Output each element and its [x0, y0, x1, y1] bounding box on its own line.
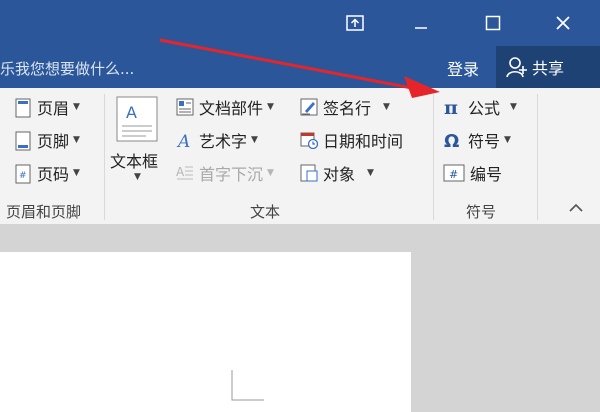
chevron-down-icon: ▼ — [383, 102, 390, 112]
footer-button[interactable]: 页脚 ▼ — [14, 127, 80, 153]
chevron-down-icon: ▼ — [267, 168, 274, 178]
svg-text:#: # — [19, 171, 27, 181]
document-area — [0, 225, 600, 412]
signature-line-icon — [300, 98, 318, 116]
header-label: 页眉 — [37, 99, 70, 118]
page-number-button[interactable]: # 页码 ▼ — [14, 160, 80, 186]
drop-cap-icon: A — [176, 164, 194, 182]
signature-line-label: 签名行 — [323, 99, 372, 118]
user-add-icon — [506, 57, 527, 78]
drop-cap-label: 首字下沉 — [199, 165, 264, 184]
collapse-ribbon-button[interactable] — [568, 200, 588, 220]
numbering-button[interactable]: # 编号 — [443, 160, 502, 186]
drop-cap-button[interactable]: A 首字下沉 ▼ — [176, 160, 274, 186]
svg-text:#: # — [449, 168, 458, 181]
chevron-down-icon: ▼ — [73, 168, 80, 178]
close-icon — [556, 16, 570, 30]
quick-parts-button[interactable]: 文档部件 ▼ — [176, 94, 274, 120]
ribbon: 页眉▼ 页脚▼ # 页码▼ 页眉和页脚 A 文本框 ▼ 文档部件▼ A — [0, 88, 600, 225]
svg-text:A: A — [176, 132, 190, 149]
textbox-label: 文本框 — [110, 152, 159, 171]
quick-parts-label: 文档部件 — [199, 99, 264, 118]
chevron-down-icon: ▼ — [267, 102, 274, 112]
login-link[interactable]: 登录 — [447, 56, 479, 80]
tell-me-input[interactable]: 乐我您想要做什么... — [0, 58, 134, 79]
maximize-button[interactable] — [470, 0, 516, 46]
footer-label: 页脚 — [37, 132, 70, 151]
ribbon-display-options-button[interactable] — [332, 0, 378, 46]
text-group-label: 文本 — [250, 203, 281, 221]
chevron-down-icon: ▼ — [504, 135, 511, 145]
wordart-icon: A — [176, 131, 194, 152]
svg-text:Ω: Ω — [444, 131, 459, 149]
svg-text:π: π — [444, 98, 458, 116]
group-divider — [537, 94, 538, 220]
omega-icon: Ω — [443, 131, 463, 152]
symbols-group-label: 符号 — [466, 203, 497, 221]
share-label: 共享 — [532, 59, 565, 78]
quick-parts-icon — [176, 98, 194, 116]
group-divider — [104, 94, 105, 220]
object-button[interactable]: 对象 ▼ — [300, 160, 374, 186]
signature-line-button[interactable]: 签名行 ▼ — [300, 94, 390, 120]
svg-text:A: A — [176, 165, 185, 179]
equation-button[interactable]: π 公式 ▼ — [443, 94, 517, 120]
wordart-button[interactable]: A 艺术字 ▼ — [176, 127, 258, 153]
close-button[interactable] — [540, 0, 586, 46]
date-time-button[interactable]: 日期和时间 — [300, 127, 403, 153]
date-time-label: 日期和时间 — [323, 132, 404, 151]
header-icon — [14, 98, 32, 118]
chevron-down-icon: ▼ — [73, 102, 80, 112]
header-footer-group-label: 页眉和页脚 — [6, 203, 82, 221]
chevron-up-icon — [569, 203, 583, 212]
textbox-icon: A — [116, 96, 158, 142]
title-bar — [0, 0, 600, 46]
share-button[interactable]: 共享 — [496, 46, 600, 88]
number-icon: # — [443, 164, 465, 182]
equation-label: 公式 — [468, 99, 501, 118]
minimize-button[interactable] — [398, 0, 444, 46]
page-number-label: 页码 — [37, 165, 70, 184]
margin-corner-mark — [231, 370, 264, 401]
pi-icon: π — [443, 97, 463, 119]
footer-icon — [14, 131, 32, 151]
chevron-down-icon: ▼ — [73, 135, 80, 145]
object-icon — [300, 164, 318, 182]
symbol-button[interactable]: Ω 符号 ▼ — [443, 127, 511, 153]
group-divider — [433, 94, 434, 220]
numbering-label: 编号 — [470, 165, 503, 184]
chevron-down-icon: ▼ — [367, 168, 374, 178]
page-number-icon: # — [14, 164, 32, 184]
chevron-down-icon: ▼ — [251, 135, 258, 145]
ribbon-display-icon — [346, 15, 364, 31]
header-button[interactable]: 页眉 ▼ — [14, 94, 80, 120]
document-page[interactable] — [0, 252, 411, 412]
chevron-down-icon: ▼ — [134, 172, 141, 182]
tell-me-bar: 乐我您想要做什么... 登录 共享 — [0, 46, 600, 88]
chevron-down-icon: ▼ — [510, 102, 517, 112]
symbol-label: 符号 — [468, 132, 501, 151]
textbox-button[interactable]: A 文本框 ▼ — [110, 94, 166, 194]
svg-text:A: A — [126, 103, 137, 122]
calendar-clock-icon — [300, 131, 319, 150]
maximize-icon — [485, 15, 501, 31]
object-label: 对象 — [323, 165, 356, 184]
minimize-icon — [415, 27, 427, 29]
wordart-label: 艺术字 — [199, 132, 248, 151]
